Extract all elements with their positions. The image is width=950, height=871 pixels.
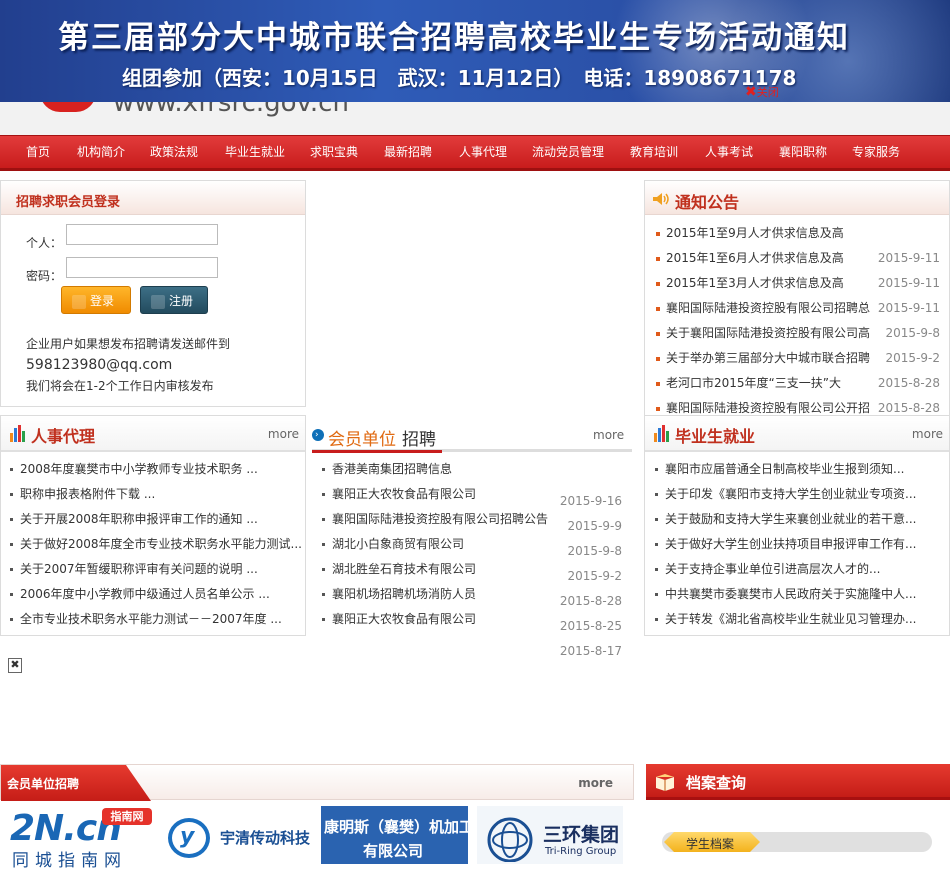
top-banner[interactable]: 第三届部分大中城市联合招聘高校毕业生专场活动通知 组团参加（西安：10月15日 … — [0, 0, 950, 102]
nav-item-1[interactable]: 机构简介 — [77, 136, 125, 168]
notice-item[interactable]: 襄阳国际陆港投资控股有限公司公开招 2015-8-28 — [656, 399, 940, 414]
archive-title: 档案查询 — [686, 774, 747, 792]
close-icon: ✖ — [745, 84, 757, 100]
hr-agency-item[interactable]: 职称申报表格附件下载 ... — [10, 485, 155, 502]
member-recruit-item[interactable]: 湖北小白象商贸有限公司 2015-9-8 — [322, 535, 622, 558]
notice-item[interactable]: 2015年1至6月人才供求信息及高 2015-9-11 — [656, 249, 940, 266]
login-email[interactable]: 598123980@qq.com — [26, 357, 172, 373]
login-note-2: 我们将会在1-2个工作日内审核发布 — [26, 379, 214, 393]
graduate-item[interactable]: 关于转发《湖北省高校毕业生就业见习管理办... — [655, 610, 916, 627]
password-input[interactable] — [66, 257, 218, 278]
nav-item-7[interactable]: 流动党员管理 — [532, 136, 604, 168]
graduate-item[interactable]: 关于印发《襄阳市支持大学生创业就业专项资... — [655, 485, 916, 502]
notice-title: 通知公告 — [675, 193, 740, 212]
kangmingsi-logo[interactable]: 康明斯（襄樊）机加工 有限公司 — [321, 806, 474, 864]
graduate-header: 毕业生就业 more — [645, 416, 949, 452]
member-recruit-item[interactable]: 湖北胜垒石育技术有限公司 2015-9-2 — [322, 560, 622, 583]
site-url: www.xfrsrc.gov.cn — [113, 102, 349, 118]
banner-title: 第三届部分大中城市联合招聘高校毕业生专场活动通知 — [58, 20, 850, 56]
graduate-item[interactable]: 关于做好大学生创业扶持项目申报评审工作有... — [655, 535, 916, 552]
notice-item[interactable]: 关于举办第三届部分大中城市联合招聘 2015-9-2 — [656, 349, 940, 366]
hr-agency-title: 人事代理 — [31, 427, 96, 446]
nav-item-0[interactable]: 首页 — [26, 136, 50, 168]
register-button[interactable]: 注册 — [140, 286, 208, 314]
bar-chart-icon — [654, 425, 670, 442]
login-title: 招聘求职会员登录 — [16, 195, 121, 210]
banner-close-button[interactable]: ✖关闭 — [745, 84, 779, 100]
speaker-icon — [652, 192, 670, 206]
student-archive-button[interactable]: 学生档案 — [664, 832, 760, 852]
broken-image-icon: ✖ — [8, 658, 22, 673]
member-recruit-item[interactable]: 襄阳正大农牧食品有限公司 2015-9-16 — [322, 485, 622, 508]
hr-agency-header: 人事代理 more — [1, 416, 305, 452]
graduate-item[interactable]: 关于鼓励和支持大学生来襄创业就业的若干意... — [655, 510, 916, 527]
notice-item[interactable]: 襄阳国际陆港投资控股有限公司招聘总 2015-9-11 — [656, 299, 940, 316]
site-logo-icon — [40, 102, 96, 112]
pencil-icon — [151, 294, 165, 309]
graduate-item[interactable]: 襄阳市应届普通全日制高校毕业生报到须知... — [655, 460, 904, 477]
notice-item[interactable]: 关于襄阳国际陆港投资控股有限公司高 2015-9-8 — [656, 324, 940, 341]
nav-item-9[interactable]: 人事考试 — [705, 136, 753, 168]
nav-item-6[interactable]: 人事代理 — [459, 136, 507, 168]
main-nav: 首页 机构简介 政策法规 毕业生就业 求职宝典 最新招聘 人事代理 流动党员管理 教育培训 人事考… — [0, 135, 950, 171]
notice-item[interactable]: 老河口市2015年度“三支一扶”大 2015-8-28 — [656, 374, 940, 391]
bottom-more-link[interactable]: more — [578, 776, 613, 790]
hr-agency-item[interactable]: 全市专业技术职务水平能力测试－－2007年度 ... — [10, 610, 282, 627]
member-recruit-title-a: 会员单位 — [328, 430, 396, 450]
bottom-member-title: 会员单位招聘 — [7, 777, 80, 791]
login-button[interactable]: 登录 — [61, 286, 131, 314]
hr-agency-item[interactable]: 2008年度襄樊市中小学教师专业技术职务 ... — [10, 460, 258, 477]
bar-chart-icon — [10, 425, 26, 442]
member-recruit-item[interactable]: 襄阳机场招聘机场消防人员 2015-8-28 — [322, 585, 622, 608]
password-label: 密码： — [26, 269, 63, 283]
nav-item-3[interactable]: 毕业生就业 — [225, 136, 285, 168]
hr-agency-item[interactable]: 关于2007年暂缓职称评审有关问题的说明 ... — [10, 560, 258, 577]
logo-strip: www.xfrsrc.gov.cn — [0, 102, 950, 136]
hr-agency-item[interactable]: 关于做好2008年度全市专业技术职务水平能力测试... — [10, 535, 302, 552]
graduate-title: 毕业生就业 — [675, 427, 756, 446]
sanhuan-rings-icon — [483, 814, 537, 863]
username-input[interactable] — [66, 224, 218, 245]
hr-agency-more-link[interactable]: more — [268, 427, 299, 441]
nav-item-8[interactable]: 教育培训 — [630, 136, 678, 168]
bottom-member-header: 会员单位招聘 more — [0, 764, 634, 801]
book-icon — [654, 773, 676, 791]
member-recruit-item[interactable]: 襄阳正大农牧食品有限公司 2015-8-25 — [322, 610, 622, 633]
graduate-more-link[interactable]: more — [912, 427, 943, 441]
member-recruit-more-link[interactable]: more — [593, 428, 624, 442]
member-recruit-item[interactable]: 香港美南集团招聘信息 — [322, 460, 622, 477]
yuqing-logo[interactable]: y 宇清传动科技 — [166, 814, 316, 862]
notice-list: 2015年1至9月人才供求信息及高 2015年1至6月人才供求信息及高 2015-9… — [656, 224, 940, 414]
zn-logo[interactable]: 2N.cn 指南网 同城指南网 — [6, 806, 156, 871]
member-recruit-title-b: 招聘 — [402, 430, 436, 450]
archive-header: 档案查询 — [646, 764, 950, 800]
login-note-1: 企业用户如果想发布招聘请发送邮件到 — [26, 337, 231, 351]
member-recruit-item[interactable]: 襄阳国际陆港投资控股有限公司招聘公告 2015-9-9 — [322, 510, 622, 533]
nav-item-10[interactable]: 襄阳职称 — [779, 136, 827, 168]
notice-item[interactable]: 2015年1至3月人才供求信息及高 2015-9-11 — [656, 274, 940, 291]
graduate-item[interactable]: 中共襄樊市委襄樊市人民政府关于实施隆中人... — [655, 585, 916, 602]
hr-agency-item[interactable]: 关于开展2008年职称申报评审工作的通知 ... — [10, 510, 258, 527]
notice-item[interactable]: 2015年1至9月人才供求信息及高 — [656, 224, 940, 241]
banner-subtitle: 组团参加（西安：10月15日 武汉：11月12日） 电话：18908671178 — [122, 66, 797, 90]
member-recruit-header: › 会员单位 招聘 more — [312, 418, 632, 453]
sanhuan-logo[interactable]: 三环集团 Tri-Ring Group — [477, 806, 623, 864]
graduate-item[interactable]: 关于支持企事业单位引进高层次人才的... — [655, 560, 880, 577]
nav-item-11[interactable]: 专家服务 — [852, 136, 900, 168]
hr-agency-item[interactable]: 2006年度中小学教师中级通过人员名单公示 ... — [10, 585, 270, 602]
nav-item-4[interactable]: 求职宝典 — [310, 136, 358, 168]
user-label: 个人： — [26, 236, 63, 250]
user-icon — [72, 294, 86, 309]
nav-item-2[interactable]: 政策法规 — [150, 136, 198, 168]
nav-item-5[interactable]: 最新招聘 — [384, 136, 432, 168]
